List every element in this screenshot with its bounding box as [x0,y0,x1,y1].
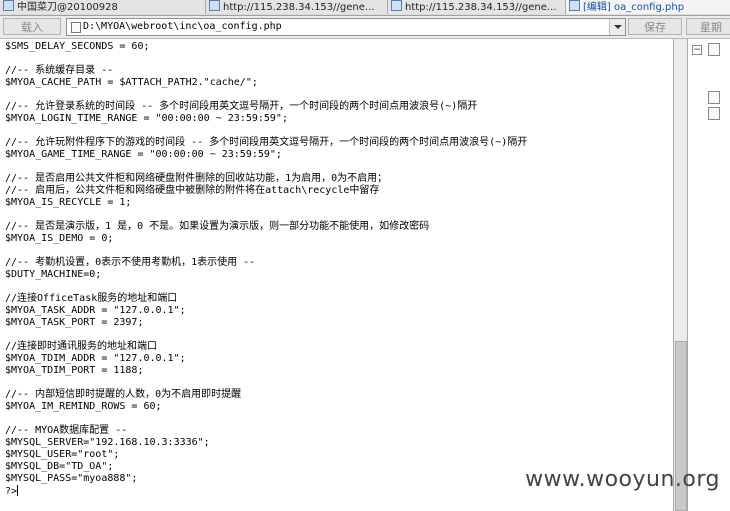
tab-caidao[interactable]: 中国菜刀@20100928 [0,0,206,14]
code-line: $MYOA_LOGIN_TIME_RANGE = "00:00:00 ~ 23:… [5,113,288,124]
code-line: $MYOA_TASK_ADDR = "127.0.0.1"; [5,305,186,316]
tab-edit-oa-config[interactable]: [编辑] oa_config.php [566,0,730,14]
tab-label: http://115.238.34.153//gene... [223,2,375,13]
file-icon [569,0,580,11]
code-line: ?> [5,485,19,497]
code-line: //-- 考勤机设置，0表示不使用考勤机，1表示使用 -- [5,257,256,268]
tab-label: [编辑] oa_config.php [583,2,685,13]
collapse-icon[interactable]: − [692,45,702,55]
tab-label: 中国菜刀@20100928 [17,2,118,13]
tab-remote-2[interactable]: http://115.238.34.153//gene... [388,0,566,14]
code-line: $MYOA_IM_REMIND_ROWS = 60; [5,401,162,412]
code-line: $MYSQL_PASS="myoa888"; [5,473,138,484]
chevron-down-icon[interactable] [609,19,625,35]
code-line: //-- 允许玩附件程序下的游戏的时间段 -- 多个时间段用英文逗号隔开，一个时… [5,137,528,148]
code-line: $MYOA_IS_DEMO = 0; [5,233,114,244]
tab-remote-1[interactable]: http://115.238.34.153//gene... [206,0,388,14]
file-tree-panel: − [688,39,730,511]
editor-toolbar: 载入 D:\MYOA\webroot\inc\oa_config.php 保存 … [0,16,730,39]
file-path-field[interactable]: D:\MYOA\webroot\inc\oa_config.php [66,18,626,36]
code-line: $MYSQL_USER="root"; [5,449,120,460]
code-line: $MYOA_IS_RECYCLE = 1; [5,197,132,208]
file-icon [71,22,81,33]
code-line: $MYOA_CACHE_PATH = $ATTACH_PATH2."cache/… [5,77,258,88]
save-button[interactable]: 保存 [628,18,682,35]
code-line: $MYOA_TDIM_ADDR = "127.0.0.1"; [5,353,186,364]
file-path-text: D:\MYOA\webroot\inc\oa_config.php [83,21,282,32]
text-cursor [17,485,19,496]
week-button[interactable]: 星期 [686,18,730,35]
code-editor[interactable]: $SMS_DELAY_SECONDS = 60;//-- 系统缓存目录 -- $M… [0,39,674,511]
code-line: $MYOA_TASK_PORT = 2397; [5,317,144,328]
code-line: //-- 允许登录系统的时间段 -- 多个时间段用英文逗号隔开，一个时间段的两个… [5,101,478,112]
code-line: $MYSQL_SERVER="192.168.10.3:3336"; [5,437,210,448]
code-line: $DUTY_MACHINE=0; [5,269,102,280]
file-icon[interactable] [708,91,720,104]
code-line: //-- 是否是演示版，1 是，0 不是。如果设置为演示版，则一部分功能不能使用… [5,221,430,232]
file-icon[interactable] [708,107,720,120]
code-line: //连接即时通讯服务的地址和端口 [5,341,158,352]
code-line: //-- 启用后，公共文件柜和网络硬盘中被删除的附件将在attach\recyc… [5,185,380,196]
vertical-scrollbar[interactable] [674,39,688,511]
code-line: //连接OfficeTask服务的地址和端口 [5,293,178,304]
tab-bar: 中国菜刀@20100928 http://115.238.34.153//gen… [0,0,730,16]
page-icon [209,0,220,11]
code-line: $MYSQL_DB="TD_OA"; [5,461,114,472]
app-icon [3,0,14,11]
code-line: $SMS_DELAY_SECONDS = 60; [5,41,150,52]
code-line: //-- 系统缓存目录 -- [5,65,114,76]
folder-icon[interactable] [708,43,720,56]
page-icon [391,0,402,11]
tab-label: http://115.238.34.153//gene... [405,2,557,13]
watermark: www.wooyun.org [525,467,720,492]
code-line: $MYOA_GAME_TIME_RANGE = "00:00:00 ~ 23:5… [5,149,282,160]
code-line: $MYOA_TDIM_PORT = 1188; [5,365,144,376]
load-button[interactable]: 载入 [3,18,61,35]
code-line: //-- MYOA数据库配置 -- [5,425,128,436]
code-content[interactable]: $SMS_DELAY_SECONDS = 60;//-- 系统缓存目录 -- $M… [5,41,527,497]
code-line: //-- 内部短信即时提醒的人数，0为不启用即时提醒 [5,389,242,400]
code-line: //-- 是否启用公共文件柜和网络硬盘附件删除的回收站功能，1为启用，0为不启用… [5,173,388,184]
